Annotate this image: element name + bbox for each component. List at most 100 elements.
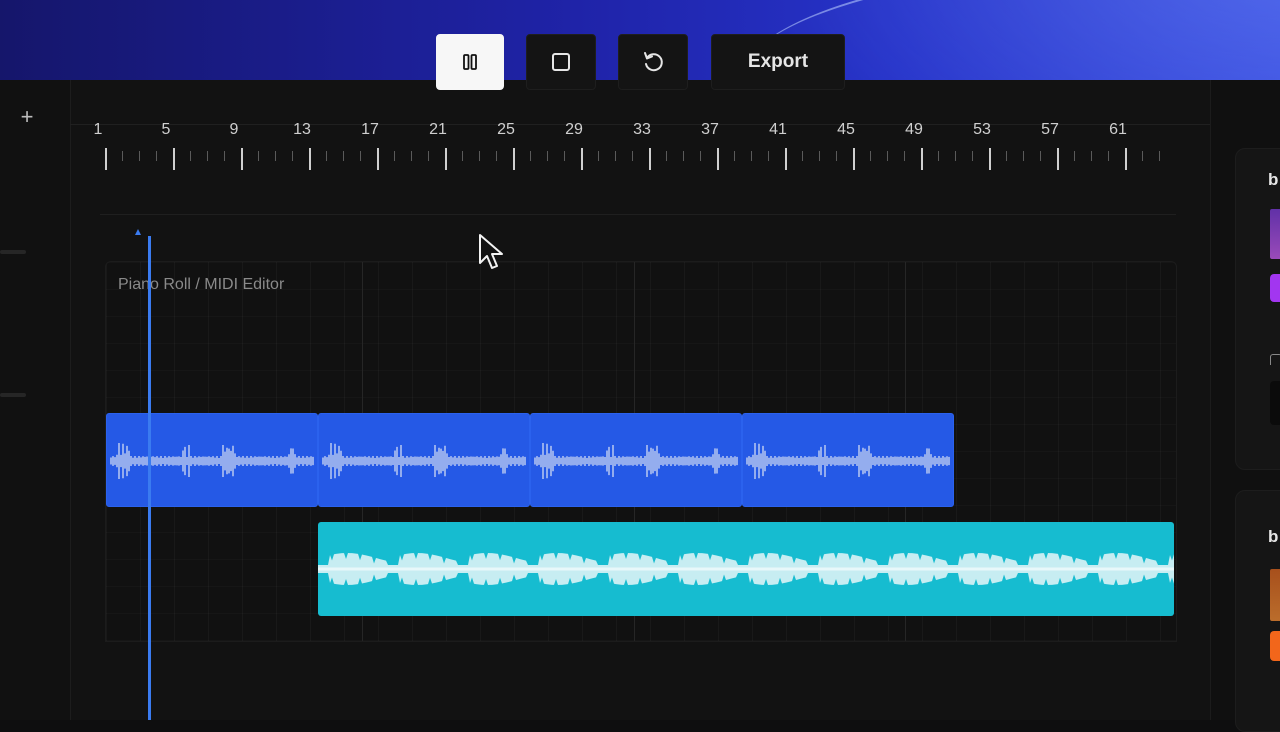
stop-button[interactable] xyxy=(526,34,596,90)
bar-number: 49 xyxy=(905,121,923,138)
bar-number: 29 xyxy=(565,121,583,138)
minor-tick xyxy=(530,151,531,161)
bar-number: 5 xyxy=(161,121,171,138)
minor-tick xyxy=(887,151,888,161)
left-rail: + xyxy=(0,80,71,720)
minor-tick xyxy=(1006,151,1007,161)
minor-tick xyxy=(683,151,684,161)
major-tick xyxy=(785,148,787,170)
minor-tick xyxy=(632,151,633,161)
minor-tick xyxy=(938,151,939,161)
minor-tick xyxy=(411,151,412,161)
major-tick xyxy=(853,148,855,170)
major-tick xyxy=(377,148,379,170)
minor-tick xyxy=(836,151,837,161)
major-tick xyxy=(445,148,447,170)
waveform xyxy=(534,443,738,479)
plus-icon[interactable]: + xyxy=(16,106,38,128)
minor-tick xyxy=(751,151,752,161)
minor-tick xyxy=(802,151,803,161)
major-tick xyxy=(309,148,311,170)
bar-number: 41 xyxy=(769,121,787,138)
ruler-bottom-line xyxy=(100,214,1176,215)
minor-tick xyxy=(1023,151,1024,161)
pause-icon xyxy=(463,54,477,70)
editor-title: Piano Roll / MIDI Editor xyxy=(118,276,285,293)
major-tick xyxy=(513,148,515,170)
minor-tick xyxy=(700,151,701,161)
major-tick xyxy=(921,148,923,170)
instrument-card[interactable] xyxy=(1235,148,1280,470)
bar-number: 21 xyxy=(429,121,447,138)
major-tick xyxy=(717,148,719,170)
minor-tick xyxy=(666,151,667,161)
minor-tick xyxy=(615,151,616,161)
bar-number: 53 xyxy=(973,121,991,138)
export-button[interactable]: Export xyxy=(711,34,845,90)
waveform xyxy=(318,553,1174,585)
minor-tick xyxy=(224,151,225,161)
minor-tick xyxy=(1074,151,1075,161)
major-tick xyxy=(1057,148,1059,170)
bar-number: 17 xyxy=(361,121,379,138)
audio-clip[interactable] xyxy=(742,413,954,507)
bar-number: 57 xyxy=(1041,121,1059,138)
loop-icon xyxy=(644,52,663,72)
minor-tick xyxy=(190,151,191,161)
bar-number: 9 xyxy=(229,121,239,138)
minor-tick xyxy=(258,151,259,161)
minor-tick xyxy=(394,151,395,161)
waveform xyxy=(110,443,314,479)
major-tick xyxy=(1125,148,1127,170)
card-title: b xyxy=(1268,527,1279,546)
minor-tick xyxy=(326,151,327,161)
rail-handle xyxy=(0,393,26,397)
waveform-thumb xyxy=(1270,209,1280,259)
minor-tick xyxy=(564,151,565,161)
minor-tick xyxy=(343,151,344,161)
minor-tick xyxy=(496,151,497,161)
minor-tick xyxy=(139,151,140,161)
minor-tick xyxy=(428,151,429,161)
bar-number: 37 xyxy=(701,121,719,138)
major-tick xyxy=(105,148,107,170)
bar-number: 33 xyxy=(633,121,651,138)
minor-tick xyxy=(972,151,973,161)
minor-tick xyxy=(955,151,956,161)
minor-tick xyxy=(275,151,276,161)
minor-tick xyxy=(734,151,735,161)
minor-tick xyxy=(547,151,548,161)
minor-tick xyxy=(819,151,820,161)
bar-number: 1 xyxy=(93,121,103,138)
audio-clip[interactable] xyxy=(106,413,318,507)
audio-clip[interactable] xyxy=(318,522,1174,616)
minor-tick xyxy=(462,151,463,161)
major-tick xyxy=(173,148,175,170)
export-label: Export xyxy=(747,51,809,72)
major-tick xyxy=(649,148,651,170)
rail-handle xyxy=(0,250,26,254)
audio-clip[interactable] xyxy=(318,413,530,507)
pause-button[interactable] xyxy=(436,34,504,90)
color-swatch[interactable] xyxy=(1270,631,1280,661)
stop-icon xyxy=(552,53,570,71)
audio-clip[interactable] xyxy=(530,413,742,507)
minor-tick xyxy=(122,151,123,161)
card-title: b xyxy=(1268,170,1279,189)
minor-tick xyxy=(598,151,599,161)
minor-tick xyxy=(768,151,769,161)
major-tick xyxy=(241,148,243,170)
playhead[interactable] xyxy=(148,236,151,720)
minor-tick xyxy=(870,151,871,161)
minor-tick xyxy=(360,151,361,161)
timeline-ruler[interactable]: 1 5 9 13 17 21 25 29 33 37 41 45 49 53 57 61 xyxy=(70,110,1210,220)
bar-number: 45 xyxy=(837,121,855,138)
headphones-icon[interactable] xyxy=(1270,354,1280,365)
bar-number: 25 xyxy=(497,121,515,138)
playhead-marker-icon[interactable] xyxy=(133,228,143,238)
loop-button[interactable] xyxy=(618,34,688,90)
minor-tick xyxy=(292,151,293,161)
minor-tick xyxy=(1091,151,1092,161)
minor-tick xyxy=(156,151,157,161)
color-swatch[interactable] xyxy=(1270,274,1280,302)
